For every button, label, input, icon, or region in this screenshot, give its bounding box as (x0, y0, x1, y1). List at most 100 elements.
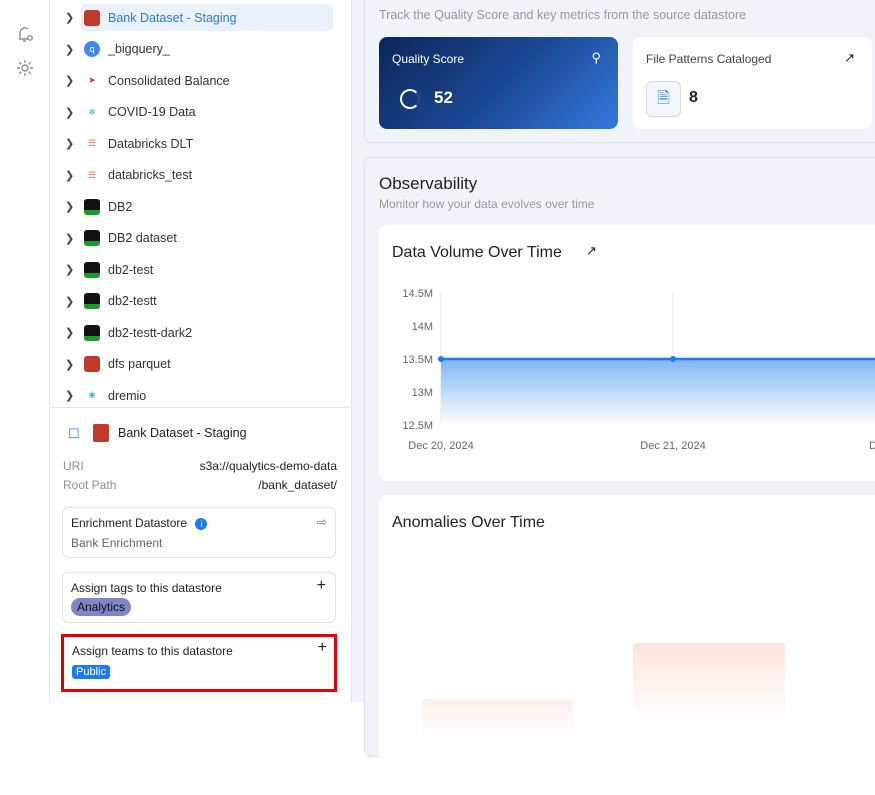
team-badge[interactable]: Public (72, 665, 110, 679)
quality-score-value: 52 (434, 88, 453, 107)
chevron-right-icon[interactable]: ❯ (65, 263, 74, 276)
chevron-right-icon[interactable]: ❯ (65, 232, 74, 245)
datastore-name: Bank Dataset - Staging (118, 426, 247, 440)
ibm-db2-icon (84, 230, 100, 246)
enrichment-value: Bank Enrichment (71, 536, 163, 550)
tree-item-label: databricks_test (108, 168, 193, 182)
overview-section: Track the Quality Score and key metrics … (364, 0, 875, 143)
gear-icon[interactable] (15, 58, 35, 78)
tree-item-label: Consolidated Balance (108, 73, 230, 88)
file-patterns-card[interactable]: File Patterns Cataloged ↗ 🗎 8 (633, 37, 872, 129)
file-icon: 🗎 (646, 81, 681, 117)
tree-item[interactable]: ❯ ❀ dremio (65, 382, 333, 407)
tree-item-label: dremio (108, 388, 147, 403)
tag-badge[interactable]: Analytics (71, 598, 132, 616)
x-tick-label: Dec 21, 2024 (640, 440, 705, 452)
data-volume-card: Data Volume Over Time ↗ 14.5M 14M 13.5M 13M… (379, 225, 875, 481)
chevron-right-icon[interactable]: ❯ (65, 326, 74, 339)
x-tick-label: Dec 20, 2024 (408, 440, 473, 452)
tree-item[interactable]: ❯ db2-testt (65, 288, 333, 315)
file-patterns-label: File Patterns Cataloged (646, 52, 772, 66)
tree-item-label: Bank Dataset - Staging (108, 10, 237, 25)
tree-item[interactable]: ❯ ➤ Consolidated Balance (65, 67, 333, 94)
anomaly-bar (422, 699, 573, 739)
uri-value: s3a://qualytics-demo-data (199, 459, 337, 473)
chevron-right-icon[interactable]: ❯ (65, 106, 74, 119)
bookmark-icon[interactable]: ☐ (68, 426, 80, 442)
y-tick-label: 13M (412, 387, 433, 399)
tree-item[interactable]: ❯ ☰ Databricks DLT (65, 130, 333, 157)
quality-score-gauge (400, 89, 420, 109)
alert-settings-icon[interactable] (15, 24, 35, 44)
tree-item[interactable]: ❯ dfs parquet (65, 351, 333, 378)
area-fill (441, 359, 875, 425)
amazon-s3-icon (84, 356, 100, 372)
x-tick-label-clipped: D (869, 440, 875, 452)
enrichment-datastore-box: Enrichment Datastore i ⇨ Bank Enrichment (62, 507, 336, 558)
tree-item[interactable]: ❯ q _bigquery_ (65, 36, 333, 63)
anomalies-card: Anomalies Over Time (379, 495, 875, 795)
amazon-s3-icon (93, 424, 109, 442)
y-tick-label: 14M (412, 321, 433, 333)
open-enrichment-icon[interactable]: ⇨ (317, 515, 327, 529)
uri-label: URI (63, 459, 84, 473)
datastore-detail-panel: ☐ Bank Dataset - Staging URI s3a://qualy… (50, 409, 350, 702)
chevron-right-icon[interactable]: ❯ (65, 358, 74, 371)
databricks-icon: ☰ (87, 138, 97, 148)
tree-item-label: DB2 (108, 199, 133, 214)
search-icon[interactable]: ⚲ (591, 50, 601, 66)
observability-section: Observability Monitor how your data evol… (364, 157, 875, 795)
tree-item-label: db2-testt-dark2 (108, 325, 193, 340)
file-patterns-value: 8 (689, 89, 698, 106)
data-volume-chart: 14.5M 14M 13.5M 13M 12.5M Dec 20, 2024 Dec 21,… (402, 288, 875, 452)
tree-item-label: db2-testt (108, 294, 157, 308)
chevron-right-icon[interactable]: ❯ (65, 11, 74, 24)
chevron-right-icon[interactable]: ❯ (65, 389, 74, 402)
observability-title: Observability (379, 174, 478, 193)
amazon-s3-icon (84, 9, 100, 26)
anomaly-bar (633, 643, 785, 723)
info-icon[interactable]: i (195, 518, 208, 530)
root-path-label: Root Path (63, 478, 117, 492)
overview-subtitle: Track the Quality Score and key metrics … (379, 8, 747, 22)
main-content: Track the Quality Score and key metrics … (351, 0, 875, 795)
tags-title: Assign tags to this datastore (71, 581, 222, 595)
y-tick-label: 14.5M (402, 288, 433, 300)
chevron-right-icon[interactable]: ❯ (65, 169, 74, 182)
tree-item-label: dfs parquet (108, 357, 171, 371)
add-tag-button[interactable]: + (317, 577, 326, 595)
tree-item-label: DB2 dataset (108, 231, 177, 245)
tree-item[interactable]: ❯ db2-testt-dark2 (65, 319, 333, 346)
ibm-db2-icon (84, 198, 100, 215)
chevron-right-icon[interactable]: ❯ (65, 43, 74, 56)
tree-item[interactable]: ❯ db2-test (65, 256, 333, 283)
tags-box: Assign tags to this datastore + Analytic… (62, 572, 336, 623)
tree-item[interactable]: ❯ DB2 (65, 193, 333, 220)
tree-item-label: db2-test (108, 262, 154, 277)
tree-item[interactable]: ❯ ❄ COVID-19 Data (65, 99, 333, 126)
ibm-db2-icon (84, 261, 100, 278)
root-path-value: /bank_dataset/ (258, 478, 337, 492)
arrow-up-right-icon[interactable]: ↗ (844, 50, 855, 66)
tree-item-label: COVID-19 Data (108, 105, 196, 119)
ibm-db2-icon (84, 293, 100, 309)
y-tick-label: 13.5M (402, 354, 433, 366)
teams-box: Assign teams to this datastore + Public (61, 634, 337, 692)
chevron-right-icon[interactable]: ❯ (65, 137, 74, 150)
quality-score-label: Quality Score (392, 52, 465, 66)
tree-item[interactable]: ❯ Bank Dataset - Staging (65, 4, 333, 31)
oracle-icon: ➤ (88, 75, 96, 85)
tree-item-label: Databricks DLT (108, 136, 194, 151)
datastore-tree: ❯ Bank Dataset - Staging ❯ q _bigquery_ ❯ ➤ Con… (50, 0, 350, 408)
chevron-right-icon[interactable]: ❯ (65, 295, 74, 308)
quality-score-card[interactable]: Quality Score ⚲ 52 (379, 37, 618, 129)
teams-title: Assign teams to this datastore (72, 644, 233, 658)
add-team-button[interactable]: + (318, 639, 327, 657)
chevron-right-icon[interactable]: ❯ (65, 200, 74, 213)
tree-item[interactable]: ❯ ☰ databricks_test (65, 162, 333, 189)
tree-item[interactable]: ❯ DB2 dataset (65, 225, 333, 252)
observability-subtitle: Monitor how your data evolves over time (379, 197, 595, 211)
data-point (670, 356, 676, 362)
chevron-right-icon[interactable]: ❯ (65, 74, 74, 87)
snowflake-icon: ❄ (88, 106, 96, 117)
